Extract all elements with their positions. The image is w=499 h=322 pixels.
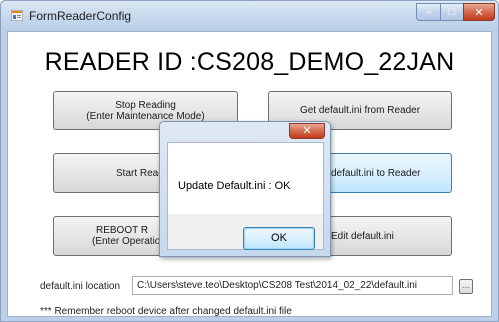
close-button[interactable]: ✕ [463,3,495,21]
button-label: REBOOT R [96,225,149,236]
button-sublabel: (Enter Maintenance Mode) [86,110,205,122]
dialog-body: Update Default.ini : OK OK [167,142,324,250]
button-label: Edit default.ini [331,230,394,242]
location-path-field[interactable]: C:\Users\steve.teo\Desktop\CS208 Test\20… [132,276,453,295]
close-icon: ✕ [474,6,484,19]
reader-id-heading: READER ID :CS208_DEMO_22JAN [44,48,455,76]
button-label: Stop Reading [115,99,176,111]
dialog-message: Update Default.ini : OK [178,180,291,192]
minimize-icon: – [425,6,432,18]
app-icon [11,10,23,21]
message-dialog: ✕ Update Default.ini : OK OK [159,121,331,257]
minimize-button[interactable]: – [416,3,441,21]
reboot-reminder-note: *** Remember reboot device after changed… [40,306,292,317]
title-bar[interactable]: FormReaderConfig – □ ✕ [1,1,498,31]
maximize-icon: □ [448,6,456,18]
button-sublabel: (Enter Operatio [92,236,161,247]
form-reader-config-window: FormReaderConfig – □ ✕ READER ID :CS208_… [0,0,499,322]
button-label: Get default.ini from Reader [299,105,421,116]
location-label: default.ini location [40,281,121,292]
browse-button[interactable]: ... [459,279,473,294]
ok-button[interactable]: OK [243,227,315,250]
button-label: Start Read [116,167,164,179]
button-label: default.ini to Reader [331,167,421,179]
maximize-button[interactable]: □ [440,3,464,21]
window-title: FormReaderConfig [29,9,132,23]
close-icon: ✕ [302,125,312,137]
dialog-close-button[interactable]: ✕ [289,123,325,139]
